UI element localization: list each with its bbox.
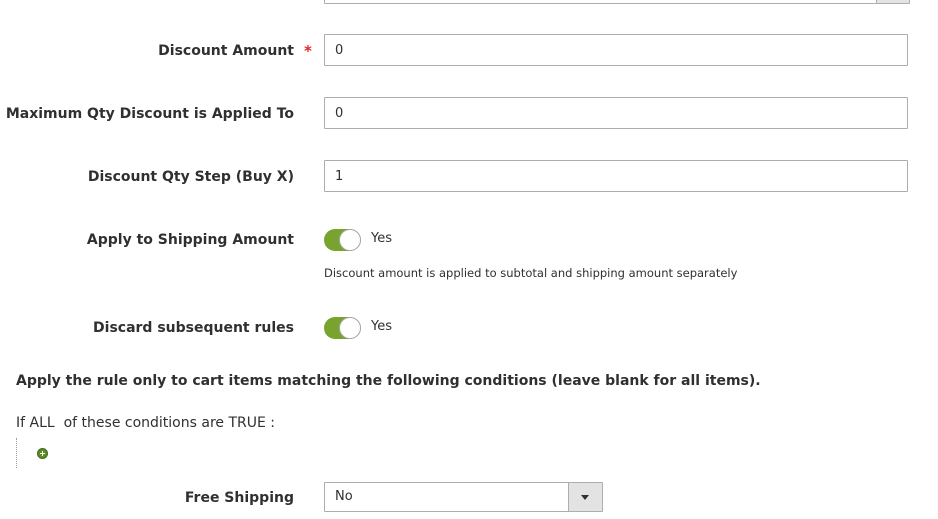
- discard-rules-label: Discard subsequent rules: [93, 320, 294, 336]
- free-shipping-label: Free Shipping: [184, 490, 294, 506]
- discount-amount-label: Discount Amount: [158, 43, 294, 59]
- conditions-middle: of these conditions are: [63, 415, 225, 431]
- discount-amount-input[interactable]: [324, 34, 908, 66]
- apply-shipping-toggle[interactable]: [324, 229, 361, 251]
- toggle-knob: [339, 229, 361, 251]
- qty-step-label: Discount Qty Step (Buy X): [87, 169, 294, 185]
- required-mark: *: [304, 42, 312, 60]
- conditions-prefix: If: [16, 415, 26, 431]
- apply-shipping-label: Apply to Shipping Amount: [86, 232, 294, 248]
- chevron-down-icon: [581, 495, 589, 500]
- aggregator-link[interactable]: ALL: [30, 415, 55, 431]
- conditions-suffix: :: [270, 415, 276, 431]
- max-qty-input[interactable]: [324, 97, 908, 129]
- max-qty-label: Maximum Qty Discount is Applied To: [5, 106, 294, 122]
- free-shipping-selected: No: [335, 489, 353, 504]
- apply-shipping-state: Yes: [371, 231, 392, 246]
- conditions-statement: If ALL of these conditions are TRUE :: [16, 415, 275, 431]
- discard-rules-toggle[interactable]: [324, 317, 361, 339]
- plus-circle-icon[interactable]: [37, 448, 48, 459]
- value-link[interactable]: TRUE: [228, 415, 265, 431]
- previous-field-dropdown-button[interactable]: [876, 0, 909, 3]
- free-shipping-select[interactable]: No: [324, 482, 603, 512]
- toggle-knob: [339, 317, 361, 339]
- qty-step-input[interactable]: [324, 160, 908, 192]
- apply-shipping-note: Discount amount is applied to subtotal a…: [324, 266, 738, 280]
- conditions-tree-line: [16, 438, 17, 468]
- discard-rules-state: Yes: [371, 319, 392, 334]
- free-shipping-dropdown-button[interactable]: [568, 483, 602, 511]
- conditions-title: Apply the rule only to cart items matchi…: [16, 373, 761, 389]
- previous-field-select[interactable]: [324, 0, 910, 4]
